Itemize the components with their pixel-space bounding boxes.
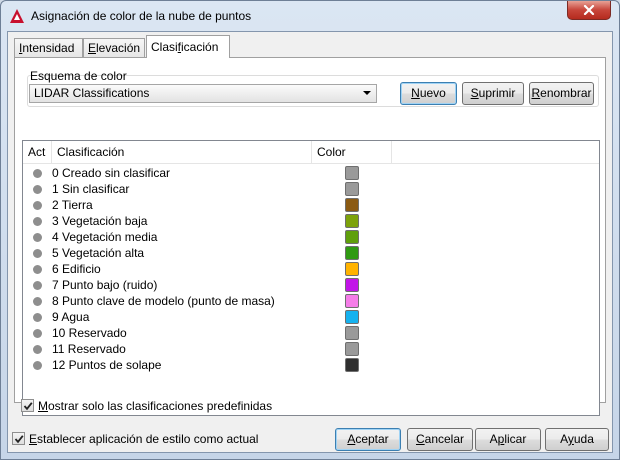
show-predefined-checkbox[interactable] [21, 399, 34, 412]
checkmark-icon [23, 402, 33, 411]
show-predefined-label[interactable]: Mostrar solo las clasificaciones predefi… [38, 399, 272, 413]
classification-label: 3 Vegetación baja [52, 214, 148, 228]
table-row[interactable]: 4 Vegetación media [23, 229, 599, 245]
active-indicator-icon[interactable] [33, 281, 42, 290]
rename-scheme-button[interactable]: Renombrar [529, 82, 594, 105]
classification-label: 1 Sin clasificar [52, 182, 130, 196]
column-header-classification[interactable]: Clasificación [52, 141, 312, 163]
color-swatch[interactable] [345, 214, 359, 228]
color-swatch[interactable] [345, 182, 359, 196]
color-scheme-value: LIDAR Classifications [34, 86, 150, 100]
color-swatch[interactable] [345, 294, 359, 308]
title-bar[interactable]: Asignación de color de la nube de puntos [1, 1, 619, 31]
color-swatch[interactable] [345, 278, 359, 292]
table-row[interactable]: 9 Agua [23, 309, 599, 325]
active-indicator-icon[interactable] [33, 249, 42, 258]
list-header: Act Clasificación Color [23, 141, 599, 164]
color-swatch[interactable] [345, 262, 359, 276]
color-swatch[interactable] [345, 310, 359, 324]
table-row[interactable]: 11 Reservado [23, 341, 599, 357]
classification-panel: Esquema de color LIDAR Classifications N… [14, 57, 606, 416]
table-row[interactable]: 7 Punto bajo (ruido) [23, 277, 599, 293]
active-indicator-icon[interactable] [33, 265, 42, 274]
color-scheme-label: Esquema de color [30, 69, 127, 83]
active-indicator-icon[interactable] [33, 233, 42, 242]
color-swatch[interactable] [345, 198, 359, 212]
set-current-checkbox[interactable] [12, 432, 25, 445]
active-indicator-icon[interactable] [33, 313, 42, 322]
color-swatch[interactable] [345, 358, 359, 372]
classification-label: 9 Agua [52, 310, 90, 324]
dialog-body: Intensidad Elevación Clasificación Esque… [7, 31, 613, 453]
classification-label: 5 Vegetación alta [52, 246, 145, 260]
table-row[interactable]: 12 Puntos de solape [23, 357, 599, 373]
active-indicator-icon[interactable] [33, 361, 42, 370]
classification-label: 11 Reservado [52, 342, 126, 356]
color-swatch[interactable] [345, 342, 359, 356]
table-row[interactable]: 8 Punto clave de modelo (punto de masa) [23, 293, 599, 309]
help-button[interactable]: Ayuda [545, 428, 609, 451]
column-header-color[interactable]: Color [312, 141, 392, 163]
accept-button[interactable]: Aceptar [335, 428, 401, 451]
dialog-window: Asignación de color de la nube de puntos… [0, 0, 620, 460]
active-indicator-icon[interactable] [33, 217, 42, 226]
autocad-logo-icon [10, 9, 24, 23]
delete-scheme-button[interactable]: Suprimir [462, 82, 524, 105]
classification-label: 2 Tierra [52, 198, 93, 212]
color-swatch[interactable] [345, 246, 359, 260]
classification-label: 0 Creado sin clasificar [52, 166, 171, 180]
color-swatch[interactable] [345, 326, 359, 340]
table-row[interactable]: 0 Creado sin clasificar [23, 165, 599, 181]
table-row[interactable]: 6 Edificio [23, 261, 599, 277]
active-indicator-icon[interactable] [33, 201, 42, 210]
classification-list[interactable]: Act Clasificación Color 0 Creado sin cla… [22, 140, 600, 416]
table-row[interactable]: 3 Vegetación baja [23, 213, 599, 229]
active-indicator-icon[interactable] [33, 169, 42, 178]
color-swatch[interactable] [345, 230, 359, 244]
classification-label: 7 Punto bajo (ruido) [52, 278, 158, 292]
new-scheme-button[interactable]: Nuevo [400, 82, 457, 105]
cancel-button[interactable]: Cancelar [407, 428, 473, 451]
classification-label: 6 Edificio [52, 262, 101, 276]
tab-clasificacion[interactable]: Clasificación [146, 35, 230, 58]
active-indicator-icon[interactable] [33, 329, 42, 338]
active-indicator-icon[interactable] [33, 185, 42, 194]
set-current-label[interactable]: Establecer aplicación de estilo como act… [29, 432, 258, 446]
apply-button[interactable]: Aplicar [475, 428, 541, 451]
color-swatch[interactable] [345, 166, 359, 180]
close-icon [583, 5, 595, 15]
classification-label: 10 Reservado [52, 326, 127, 340]
table-row[interactable]: 5 Vegetación alta [23, 245, 599, 261]
active-indicator-icon[interactable] [33, 345, 42, 354]
chevron-down-icon [363, 91, 371, 95]
window-title: Asignación de color de la nube de puntos [31, 9, 252, 23]
classification-label: 8 Punto clave de modelo (punto de masa) [52, 294, 275, 308]
tab-intensidad[interactable]: Intensidad [14, 38, 83, 57]
classification-label: 12 Puntos de solape [52, 358, 162, 372]
close-button[interactable] [567, 1, 611, 20]
active-indicator-icon[interactable] [33, 297, 42, 306]
table-row[interactable]: 2 Tierra [23, 197, 599, 213]
checkmark-icon [14, 435, 24, 444]
color-scheme-select[interactable]: LIDAR Classifications [29, 84, 377, 103]
column-header-act[interactable]: Act [23, 141, 52, 163]
table-row[interactable]: 1 Sin clasificar [23, 181, 599, 197]
classification-label: 4 Vegetación media [52, 230, 158, 244]
table-row[interactable]: 10 Reservado [23, 325, 599, 341]
tab-elevacion[interactable]: Elevación [83, 38, 145, 57]
